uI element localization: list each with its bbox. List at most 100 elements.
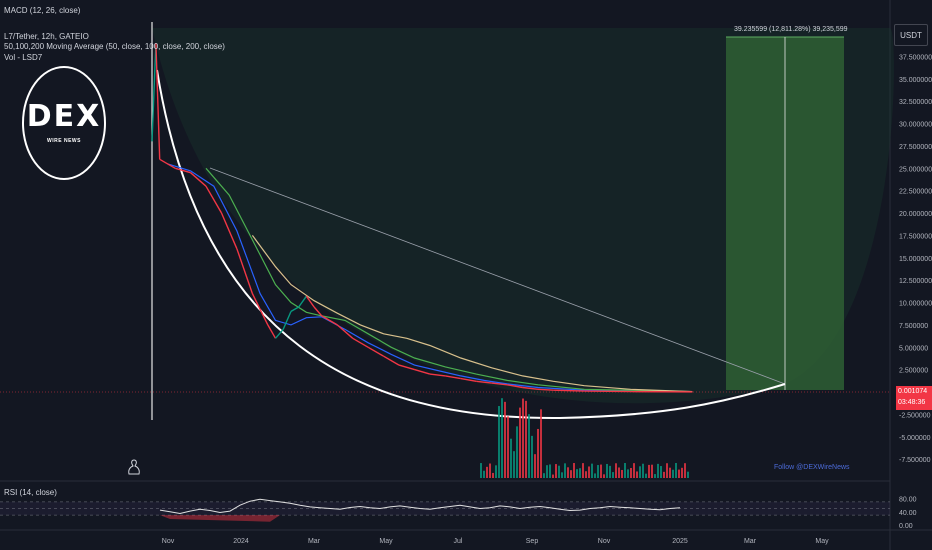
measure-label: 39.235599 (12,811.28%) 39,235,599 <box>734 26 848 33</box>
volume-bar <box>624 463 626 478</box>
volume-bar <box>567 467 569 478</box>
volume-bar <box>531 435 533 478</box>
price-tick: -7.500000 <box>899 457 931 464</box>
time-tick: Nov <box>162 538 175 545</box>
price-tick: -5.000000 <box>899 435 931 442</box>
volume-bar <box>522 398 524 478</box>
volume-bar <box>636 471 638 478</box>
price-segment <box>584 390 631 393</box>
volume-bar <box>627 469 629 478</box>
bar-countdown: 03:48:36 <box>898 399 926 406</box>
macd-legend[interactable]: MACD (12, 26, close) <box>4 6 80 15</box>
price-tick: 22.500000 <box>899 189 932 196</box>
volume-bar <box>687 471 689 478</box>
volume-bar <box>672 469 674 478</box>
rsi-tick: 0.00 <box>899 523 913 530</box>
volume-bar <box>495 465 497 478</box>
time-tick: Nov <box>598 538 611 545</box>
current-price-tag: 0.001074 03:48:36 <box>896 386 932 410</box>
volume-bar <box>669 467 671 478</box>
price-tick: 30.000000 <box>899 122 932 129</box>
volume-bar <box>681 467 683 478</box>
price-tick: 32.500000 <box>899 99 932 106</box>
price-tick: 25.000000 <box>899 166 932 173</box>
volume-bar <box>663 471 665 478</box>
volume-bar <box>630 468 632 478</box>
volume-bar <box>591 463 593 478</box>
time-tick: 2024 <box>233 538 249 545</box>
volume-bar <box>582 463 584 478</box>
volume-bar <box>558 465 560 478</box>
volume-bar <box>501 398 503 478</box>
volume-bar <box>615 463 617 478</box>
volume-bar <box>651 464 653 478</box>
volume-bar <box>549 464 551 478</box>
time-tick: Mar <box>308 538 321 545</box>
volume-bar <box>666 463 668 478</box>
tradingview-icon[interactable] <box>126 458 142 478</box>
volume-bar <box>576 469 578 478</box>
volume-bar <box>504 401 506 478</box>
volume-bar <box>552 474 554 478</box>
volume-bar <box>675 463 677 478</box>
volume-bar <box>489 463 491 478</box>
price-segment <box>553 389 585 392</box>
volume-bar <box>498 406 500 478</box>
symbol-legend[interactable]: L7/Tether, 12h, GATEIO <box>4 32 89 41</box>
price-tick: 5.000000 <box>899 345 928 352</box>
time-tick: May <box>815 538 829 545</box>
logo-brand: DEX <box>26 99 102 134</box>
volume-bar <box>648 464 650 478</box>
price-segment <box>537 388 554 391</box>
volume-bar <box>540 409 542 478</box>
time-tick: Mar <box>744 538 757 545</box>
volume-bar <box>645 473 647 478</box>
price-tick: 10.000000 <box>899 301 932 308</box>
currency-button[interactable]: USDT <box>894 24 928 46</box>
volume-bar <box>588 466 590 478</box>
price-tick: 2.500000 <box>899 368 928 375</box>
volume-bar <box>525 400 527 478</box>
volume-bar <box>564 463 566 478</box>
rsi-tick: 40.00 <box>899 510 917 517</box>
volume-bar <box>594 473 596 478</box>
volume-bar <box>618 467 620 478</box>
volume-bar <box>534 454 536 478</box>
time-tick: Sep <box>526 538 539 545</box>
rsi-tick: 80.00 <box>899 497 917 504</box>
time-tick: Jul <box>454 538 463 545</box>
volume-bar <box>537 428 539 478</box>
price-tick: 37.500000 <box>899 54 932 61</box>
logo-subtitle: WIRE NEWS <box>47 138 81 144</box>
volume-bar <box>603 474 605 478</box>
volume-bar <box>507 416 509 478</box>
volume-bar <box>561 472 563 478</box>
price-tick: 15.000000 <box>899 256 932 263</box>
volume-bar <box>600 464 602 478</box>
volume-bar <box>483 470 485 478</box>
volume-bar <box>570 470 572 478</box>
volume-bar <box>678 469 680 478</box>
volume-bar <box>642 463 644 478</box>
volume-bar <box>555 464 557 478</box>
volume-legend[interactable]: Vol - LSD7 <box>4 53 42 62</box>
price-tick: 17.500000 <box>899 233 932 240</box>
volume-bar <box>579 468 581 478</box>
volume-bar <box>510 438 512 478</box>
time-tick: 2025 <box>672 538 688 545</box>
volume-bar <box>609 465 611 478</box>
volume-bar <box>480 463 482 478</box>
volume-bar <box>516 426 518 478</box>
ma-legend[interactable]: 50,100,200 Moving Average (50, close, 10… <box>4 42 225 51</box>
price-tick: -2.500000 <box>899 412 931 419</box>
price-tick: 7.500000 <box>899 323 928 330</box>
volume-bar <box>633 463 635 478</box>
volume-bar <box>597 465 599 478</box>
rsi-legend[interactable]: RSI (14, close) <box>4 488 57 497</box>
volume-bar <box>657 463 659 478</box>
volume-bar <box>486 466 488 478</box>
volume-bar <box>543 473 545 478</box>
price-tick: 12.500000 <box>899 278 932 285</box>
volume-bar <box>528 414 530 478</box>
volume-bar <box>519 407 521 478</box>
